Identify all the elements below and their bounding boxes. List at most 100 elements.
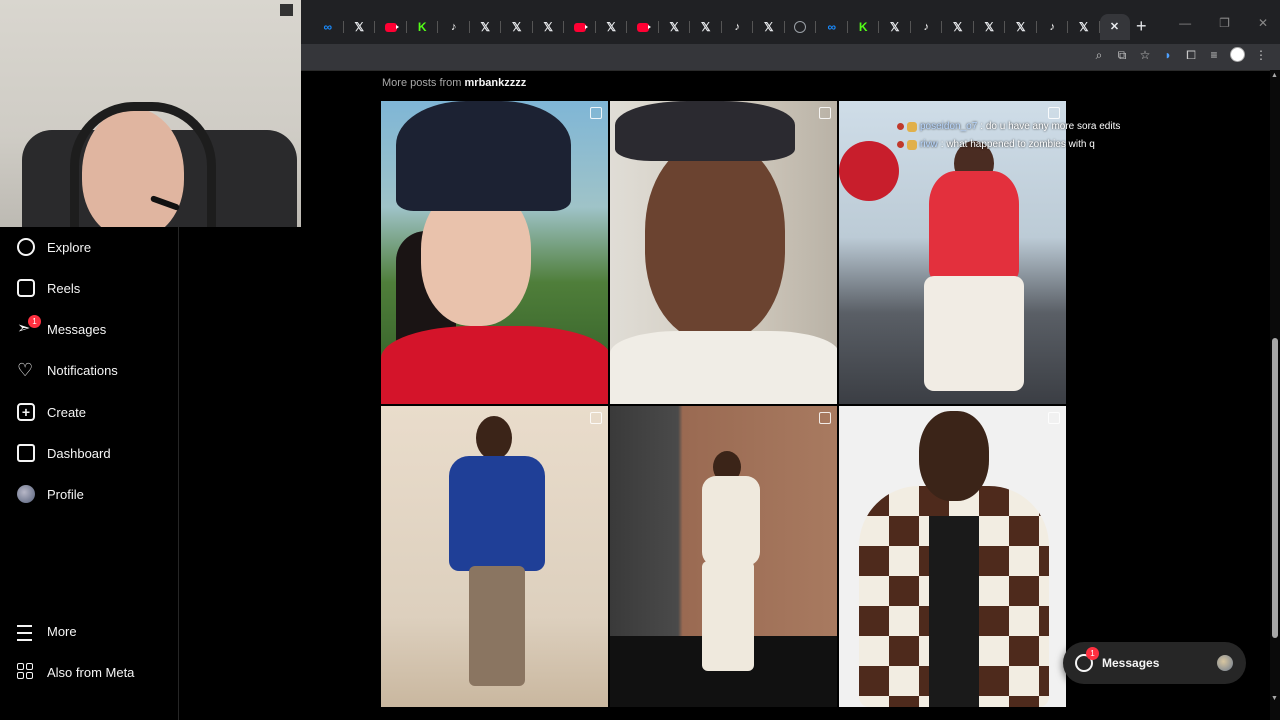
post-image — [469, 566, 525, 686]
post-image — [476, 416, 512, 460]
posts-grid — [381, 101, 1067, 707]
sidebar-item-label: Reels — [47, 280, 81, 296]
messages-bubble-badge: 1 — [1086, 647, 1099, 660]
reel-icon — [1048, 107, 1060, 119]
post-image — [645, 141, 785, 341]
messages-floating-button[interactable]: 1 Messages — [1063, 642, 1246, 684]
browser-tab[interactable]: 𝕏 — [1005, 14, 1037, 40]
close-window-button[interactable]: ✕ — [1258, 16, 1268, 30]
toolbar-icons: ⌕ ⧉ ☆ ◗ ⧠ ≡ ⋮ — [1092, 47, 1268, 62]
scrollbar-thumb[interactable] — [1272, 338, 1278, 638]
multi-post-icon — [819, 412, 831, 424]
multi-post-icon — [590, 412, 602, 424]
sidebar-item-label: Dashboard — [47, 445, 111, 461]
puzzle-icon[interactable]: ⧠ — [1184, 48, 1198, 62]
post-image — [615, 101, 795, 161]
bookmark-star-icon[interactable]: ☆ — [1138, 48, 1152, 62]
profile-username-link[interactable]: mrbankzzzz — [465, 77, 527, 89]
sidebar-item-also-from-meta[interactable]: Also from Meta — [17, 661, 134, 683]
heart-icon: ♡ — [17, 360, 34, 380]
extension-icon[interactable]: ◗ — [1161, 48, 1175, 62]
media-icon[interactable]: ≡ — [1207, 48, 1221, 62]
sidebar-item-label: Also from Meta — [47, 664, 135, 680]
x-icon: 𝕏 — [889, 19, 900, 34]
x-icon: 𝕏 — [606, 19, 617, 34]
browser-tab[interactable]: ♪ — [911, 14, 942, 40]
sidebar-item-messages[interactable]: ➣ 1 Messages — [17, 315, 106, 340]
post-tile[interactable] — [381, 101, 608, 404]
sidebar-item-more[interactable]: More — [17, 620, 77, 642]
multi-post-icon — [819, 107, 831, 119]
browser-tab[interactable]: 𝕏 — [942, 14, 974, 40]
post-image — [919, 411, 989, 501]
more-posts-prefix: More posts from — [382, 77, 465, 89]
scroll-up-icon[interactable]: ▲ — [1271, 72, 1278, 79]
scroll-down-icon[interactable]: ▼ — [1271, 695, 1278, 702]
chat-username: poseidon_o7 — [920, 121, 978, 132]
browser-tab[interactable]: 𝕏 — [1068, 14, 1100, 40]
browser-tab[interactable]: 𝕏 — [533, 14, 564, 40]
browser-tab[interactable]: ♪ — [438, 14, 470, 40]
x-icon: 𝕏 — [984, 19, 995, 34]
sidebar-item-label: Explore — [47, 239, 92, 255]
zoom-icon[interactable]: ⌕ — [1092, 48, 1106, 62]
minimize-button[interactable]: — — [1179, 16, 1191, 30]
post-image — [702, 476, 760, 566]
plus-icon: + — [17, 403, 35, 421]
messenger-icon: 1 — [1075, 647, 1099, 672]
post-tile[interactable] — [610, 101, 837, 404]
post-image — [610, 331, 837, 404]
browser-tab[interactable]: 𝕏 — [659, 14, 690, 40]
browser-tab[interactable]: ♪ — [722, 14, 753, 40]
install-icon[interactable]: ⧉ — [1115, 48, 1129, 62]
youtube-icon — [384, 22, 397, 32]
meta-icon: ∞ — [323, 19, 333, 34]
post-image — [924, 276, 1024, 391]
sidebar-item-explore[interactable]: Explore — [17, 236, 91, 258]
multi-post-icon — [590, 107, 602, 119]
browser-tab[interactable]: ∞ — [816, 14, 848, 40]
browser-tab[interactable]: 𝕏 — [974, 14, 1005, 40]
browser-tab[interactable] — [785, 14, 816, 40]
browser-tab[interactable]: 𝕏 — [690, 14, 722, 40]
window-controls: — ❐ ✕ — [1179, 16, 1268, 30]
restore-button[interactable]: ❐ — [1219, 16, 1230, 30]
chat-overlay-comment: rivw : what happened to zombies with q — [897, 139, 1095, 150]
browser-tab[interactable]: 𝕏 — [879, 14, 911, 40]
sidebar-item-create[interactable]: + Create — [17, 401, 86, 423]
compass-icon — [17, 238, 35, 256]
profile-icon[interactable] — [1230, 47, 1245, 62]
post-image — [929, 171, 1019, 281]
browser-tab[interactable]: 𝕏 — [501, 14, 533, 40]
dashboard-icon — [17, 444, 35, 462]
sidebar-item-profile[interactable]: Profile — [17, 483, 84, 505]
sidebar-item-reels[interactable]: Reels — [17, 277, 80, 299]
post-tile[interactable] — [610, 406, 837, 707]
chat-avatar-icon — [907, 139, 917, 150]
browser-tab[interactable]: K — [407, 14, 438, 40]
browser-tab[interactable]: 𝕏 — [596, 14, 627, 40]
browser-tab[interactable] — [375, 14, 407, 40]
x-icon: 𝕏 — [1078, 19, 1089, 34]
chat-message: : what happened to zombies with q — [940, 139, 1095, 150]
browser-tab[interactable]: 𝕏 — [470, 14, 501, 40]
browser-tab[interactable]: ♪ — [1037, 14, 1068, 40]
browser-tab[interactable]: K — [848, 14, 879, 40]
close-tab-icon[interactable]: ✕ — [1109, 21, 1120, 33]
post-tile[interactable] — [839, 406, 1066, 707]
send-icon: ➣ 1 — [17, 315, 41, 338]
sidebar-item-dashboard[interactable]: Dashboard — [17, 442, 111, 464]
post-tile[interactable] — [381, 406, 608, 707]
browser-tab[interactable]: 𝕏 — [344, 14, 375, 40]
browser-tab[interactable]: ∞ — [312, 14, 344, 40]
sidebar-item-notifications[interactable]: ♡ Notifications — [17, 359, 118, 381]
chat-avatar-icon — [907, 121, 917, 132]
new-tab-button[interactable]: + — [1136, 15, 1147, 37]
active-browser-tab[interactable]: ✕ — [1099, 14, 1130, 40]
browser-tab[interactable]: 𝕏 — [753, 14, 785, 40]
browser-tab[interactable] — [564, 14, 596, 40]
x-icon: 𝕏 — [700, 19, 711, 34]
browser-tab[interactable] — [627, 14, 659, 40]
menu-dots-icon[interactable]: ⋮ — [1254, 48, 1268, 62]
sidebar-item-label: Create — [47, 404, 87, 420]
